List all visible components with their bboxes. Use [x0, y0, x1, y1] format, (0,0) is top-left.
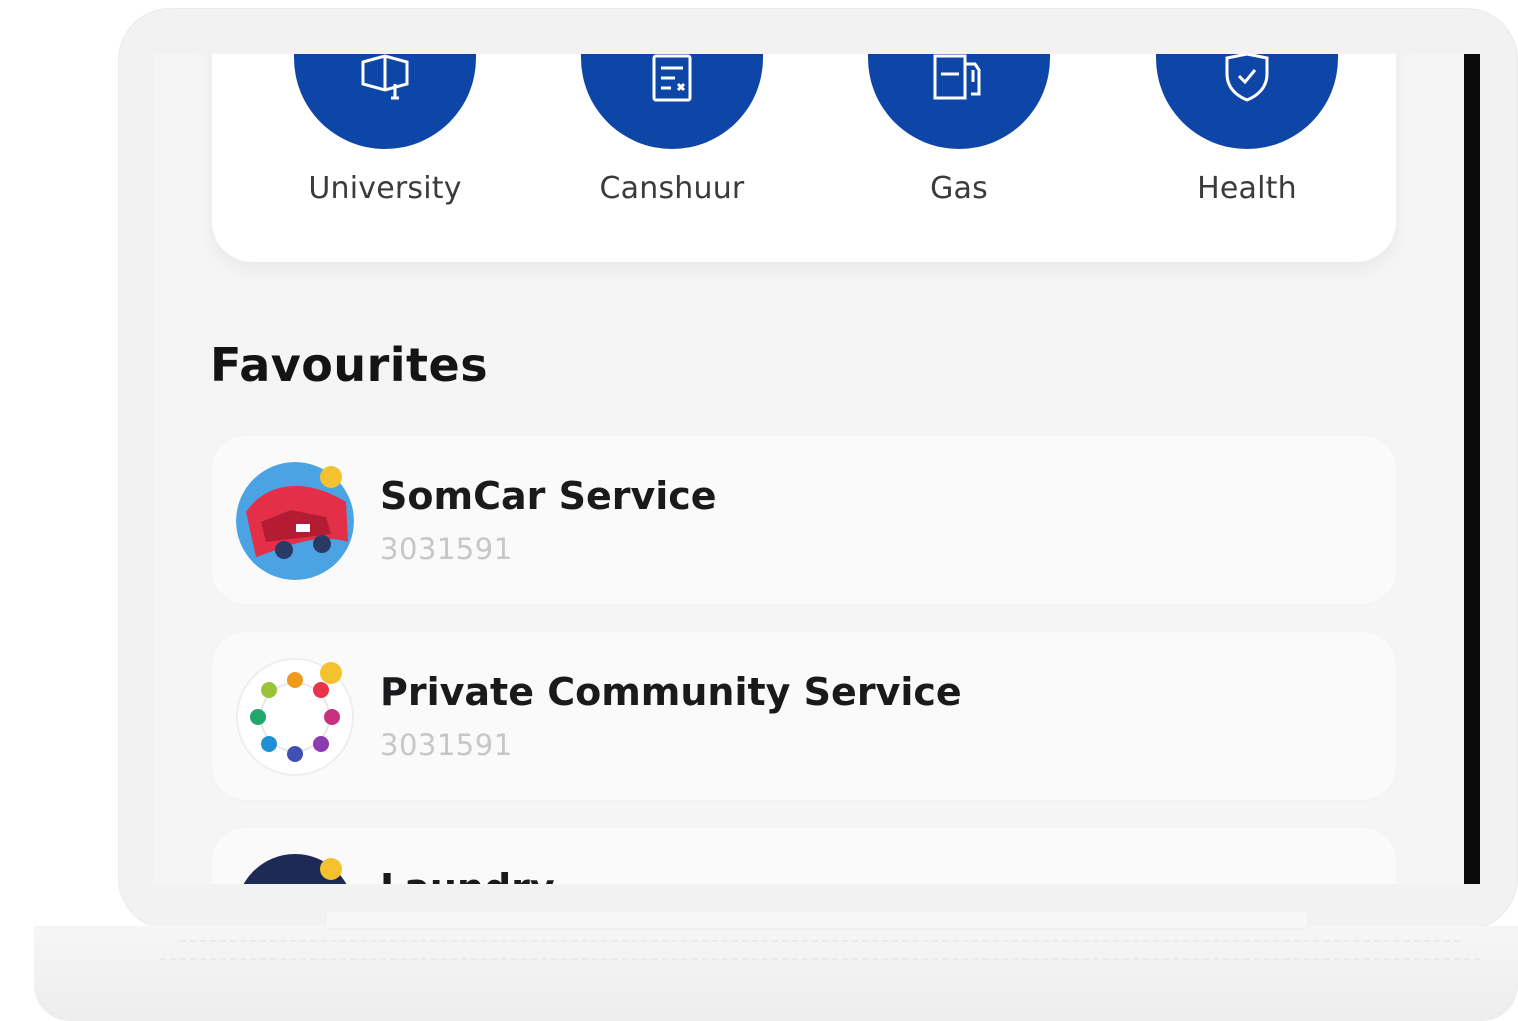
- category-label: Gas: [930, 171, 988, 206]
- book-icon: [361, 54, 409, 100]
- category-university[interactable]: University: [274, 54, 494, 262]
- keyboard-row: [180, 940, 1460, 960]
- list-item[interactable]: Laundry: [212, 828, 1396, 884]
- favourite-name: Private Community Service: [380, 670, 962, 714]
- favourite-name: SomCar Service: [380, 474, 717, 518]
- category-label: University: [308, 171, 462, 206]
- favourite-code: 3031591: [380, 532, 513, 566]
- category-icon-circle: [868, 54, 1050, 149]
- category-icon-circle: [1156, 54, 1338, 149]
- category-health[interactable]: Health: [1136, 54, 1356, 262]
- keyboard-row: [160, 958, 1480, 978]
- category-label: Canshuur: [599, 171, 745, 206]
- screen-bezel-edge: [1464, 54, 1480, 884]
- laptop-hinge: [326, 912, 1308, 928]
- invoice-icon: [652, 54, 692, 102]
- heart-shield-icon: [1225, 54, 1269, 102]
- list-item[interactable]: SomCar Service 3031591: [212, 436, 1396, 604]
- category-icon-circle: [294, 54, 476, 149]
- badge-dot: [320, 466, 342, 488]
- category-canshuur[interactable]: Canshuur: [561, 54, 781, 262]
- categories-card: University Canshuur Gas Health: [212, 54, 1396, 262]
- category-label: Health: [1197, 171, 1297, 206]
- category-icon-circle: [581, 54, 763, 149]
- badge-dot: [320, 858, 342, 880]
- category-gas[interactable]: Gas: [848, 54, 1068, 262]
- gas-icon: [933, 54, 981, 100]
- list-item[interactable]: Private Community Service 3031591: [212, 632, 1396, 800]
- laptop-mockup: University Canshuur Gas Health Favourite…: [0, 0, 1518, 1021]
- favourite-code: 3031591: [380, 728, 513, 762]
- app-screen: University Canshuur Gas Health Favourite…: [154, 54, 1464, 884]
- badge-dot: [320, 662, 342, 684]
- favourite-name: Laundry: [380, 866, 555, 884]
- favourites-title: Favourites: [210, 338, 489, 392]
